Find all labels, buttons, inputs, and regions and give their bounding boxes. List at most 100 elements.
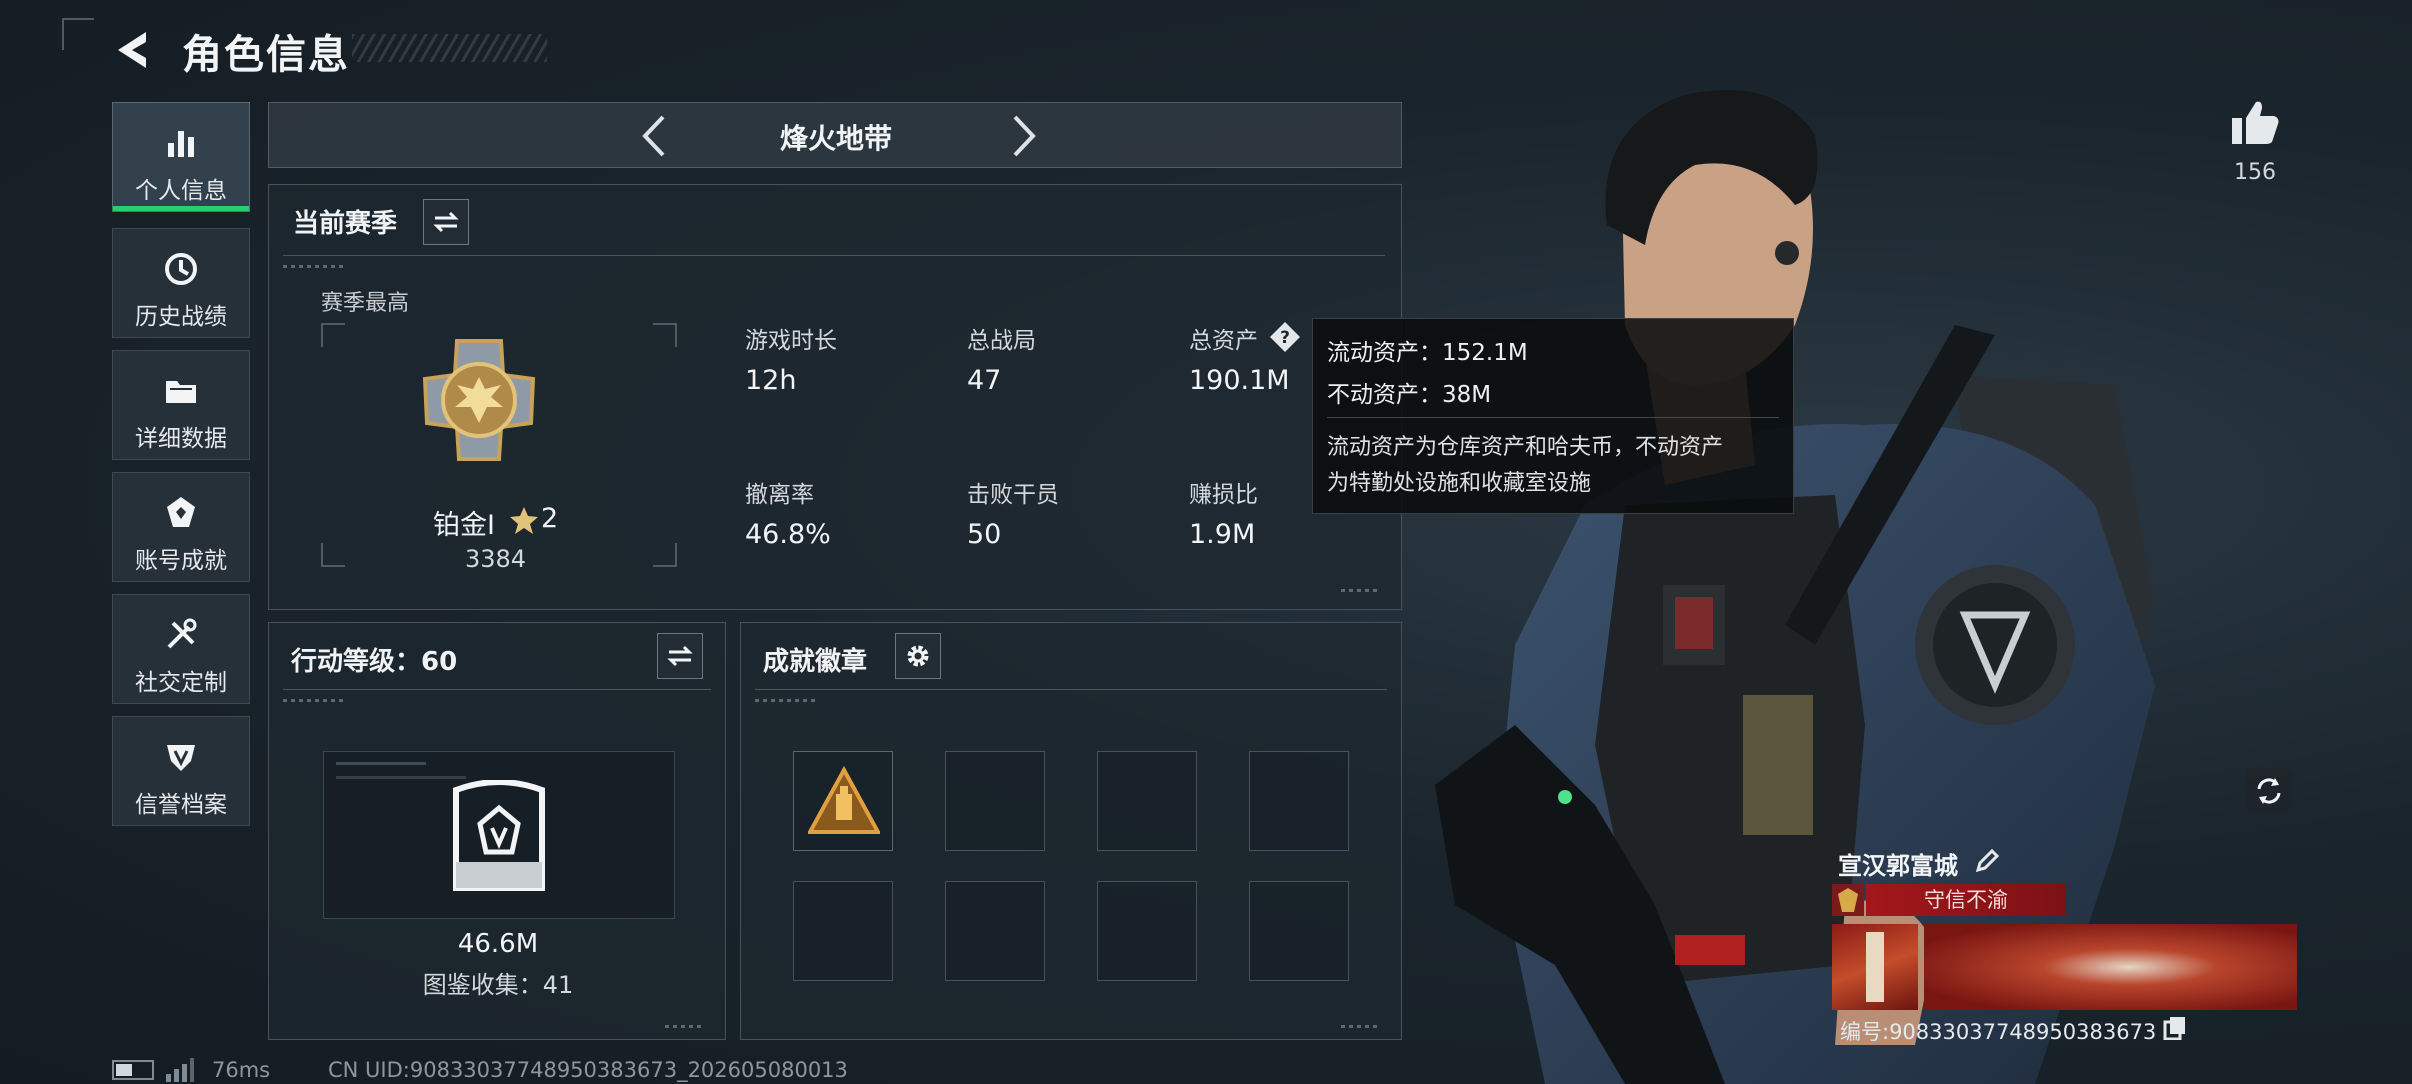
season-panel: 当前赛季 赛季最高 铂金I 2 3384 游戏时长 12h 总战局 47 总资产… xyxy=(268,184,1402,610)
player-id: 编号:9083303774895038367​3 xyxy=(1840,1020,2157,1044)
season-switch-button[interactable] xyxy=(423,199,469,245)
stat-value: 46.8% xyxy=(745,519,831,550)
avatar-frame[interactable] xyxy=(1832,924,1918,1010)
dotted-decoration xyxy=(665,1025,705,1028)
dotted-decoration xyxy=(1341,1025,1381,1028)
edit-name-button[interactable] xyxy=(1972,846,2002,876)
sidebar-item-credit[interactable]: 信誉档案 xyxy=(112,716,250,826)
frame-corner xyxy=(653,543,677,567)
title-tag: 守信不渝 xyxy=(1866,884,2066,916)
next-mode-button[interactable] xyxy=(997,111,1047,161)
back-button[interactable] xyxy=(112,28,156,72)
badge-slot-empty[interactable] xyxy=(945,881,1045,981)
previous-mode-button[interactable] xyxy=(631,111,681,161)
action-level-switch-button[interactable] xyxy=(657,633,703,679)
stat-value: 190.1M xyxy=(1189,365,1290,396)
sidebar-item-label: 信誉档案 xyxy=(135,792,227,818)
frame-corner xyxy=(321,543,345,567)
collection-count: 图鉴收集：41 xyxy=(422,971,574,999)
achievement-icon xyxy=(167,497,195,527)
rotate-model-button[interactable] xyxy=(2246,768,2292,814)
folder-icon xyxy=(166,381,196,403)
title-emblem-icon xyxy=(1832,884,1864,916)
copy-id-button[interactable] xyxy=(2162,1014,2188,1041)
swap-icon xyxy=(433,211,459,233)
season-title: 当前赛季 xyxy=(293,209,398,239)
tools-icon xyxy=(167,618,197,649)
pencil-icon xyxy=(1975,848,2000,873)
bar-chart-icon xyxy=(168,131,194,157)
svg-text:?: ? xyxy=(1280,328,1290,348)
tooltip-fixed-assets: 不动资产：38M xyxy=(1327,382,1492,408)
rank-name: 铂金I xyxy=(433,510,495,541)
dotted-decoration xyxy=(283,265,343,268)
battery-level xyxy=(116,1064,132,1076)
triangle-badge-icon xyxy=(808,766,880,834)
name-card-banner[interactable] xyxy=(1924,924,2297,1010)
player-name: 宣汉郭富城 xyxy=(1838,852,1958,880)
badges-panel: 成就徽章 xyxy=(740,622,1402,1040)
profile-card: 宣汉郭富城 守信不渝 编号:9083303774895038367​3 xyxy=(1832,838,2297,1058)
frame-corner xyxy=(321,323,345,347)
ping-text: 76ms xyxy=(212,1058,271,1082)
stat-label: 总资产 xyxy=(1189,328,1258,354)
sidebar-item-achievements[interactable]: 账号成就 xyxy=(112,472,250,582)
sidebar-item-social[interactable]: 社交定制 xyxy=(112,594,250,704)
sidebar-item-history[interactable]: 历史战绩 xyxy=(112,228,250,338)
frame-corner xyxy=(653,323,677,347)
sidebar-item-label: 个人信息 xyxy=(135,178,227,204)
dotted-decoration xyxy=(1341,589,1381,592)
badge-slot-empty[interactable] xyxy=(793,881,893,981)
badge-slot-filled[interactable] xyxy=(793,751,893,851)
uid-text: CN UID:9083303774895038367​3_20260508001… xyxy=(328,1058,848,1082)
like-button[interactable] xyxy=(2228,96,2282,150)
thumbs-up-icon xyxy=(2232,101,2279,144)
badges-settings-button[interactable] xyxy=(895,633,941,679)
level-value: 46.6M xyxy=(457,929,539,959)
stat-value: 50 xyxy=(967,519,1002,550)
divider xyxy=(283,255,1385,256)
divider xyxy=(1327,417,1779,418)
copy-icon xyxy=(2163,1017,2185,1041)
level-emblem-icon xyxy=(453,780,545,891)
credit-icon xyxy=(167,745,195,771)
badge-slot-empty[interactable] xyxy=(1097,881,1197,981)
action-level-title: 行动等级：60 xyxy=(291,647,458,677)
star-icon xyxy=(510,507,538,534)
rotate-icon xyxy=(2257,778,2281,804)
sidebar-item-label: 详细数据 xyxy=(135,426,227,452)
avatar-figure xyxy=(1866,932,1884,1002)
like-count: 156 xyxy=(2234,160,2276,185)
tooltip-liquid-assets: 流动资产：152.1M xyxy=(1327,340,1528,366)
stat-label: 游戏时长 xyxy=(745,328,837,354)
gear-icon xyxy=(907,645,929,667)
badge-slot-empty[interactable] xyxy=(1249,751,1349,851)
divider xyxy=(283,689,711,690)
stat-label: 赚损比 xyxy=(1189,482,1258,508)
stat-value: 12h xyxy=(745,365,797,396)
corner-decoration xyxy=(62,18,94,50)
sidebar-item-label: 社交定制 xyxy=(135,670,227,696)
mode-label: 烽火地带 xyxy=(779,122,892,155)
badge-slot-empty[interactable] xyxy=(1249,881,1349,981)
stat-value: 47 xyxy=(967,365,1002,396)
asset-tooltip: 流动资产：152.1M 不动资产：38M 流动资产为仓库资产和哈夫币，不动资产 … xyxy=(1312,318,1794,514)
swap-icon xyxy=(667,645,693,667)
rank-emblem-icon xyxy=(422,339,536,461)
badges-title: 成就徽章 xyxy=(763,647,868,677)
badge-slot-empty[interactable] xyxy=(1097,751,1197,851)
chevron-left-icon xyxy=(642,115,665,157)
badge-slot-empty[interactable] xyxy=(945,751,1045,851)
stat-label: 总战局 xyxy=(967,328,1036,354)
rank-score: 3384 xyxy=(465,545,527,573)
history-icon xyxy=(165,253,197,285)
asset-help-button[interactable]: ? xyxy=(1269,321,1301,353)
action-level-panel: 行动等级：60 46.6M 图鉴收集：41 xyxy=(268,622,726,1040)
level-preview-frame xyxy=(323,751,675,919)
sidebar-item-personal-info[interactable]: 个人信息 xyxy=(112,102,250,212)
page-title: 角色信息 xyxy=(182,32,350,78)
dotted-decoration xyxy=(283,699,343,702)
tooltip-description: 为特勤处设施和收藏室设施 xyxy=(1327,471,1592,496)
sidebar-item-detailed-data[interactable]: 详细数据 xyxy=(112,350,250,460)
dotted-decoration xyxy=(755,699,815,702)
